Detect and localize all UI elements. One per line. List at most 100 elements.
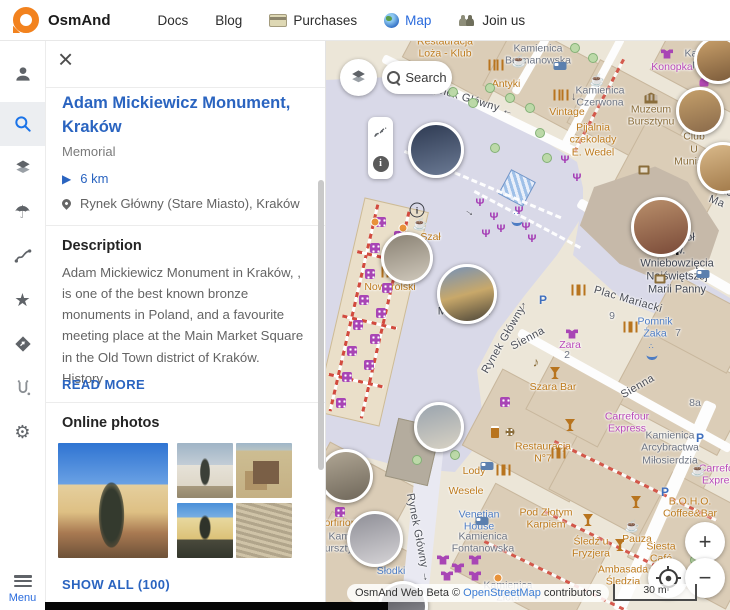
utensils-icon [562, 90, 569, 101]
nav-purchases[interactable]: Purchases [269, 13, 357, 28]
tulip-icon: Ψ [482, 228, 491, 240]
photo-thumbnail[interactable] [236, 503, 292, 558]
sidebar-item-profile[interactable] [0, 52, 45, 96]
photo-marker[interactable] [437, 264, 497, 324]
tree-icon [588, 53, 598, 63]
photo-marker[interactable] [631, 197, 691, 257]
nav-map[interactable]: Map [384, 13, 431, 28]
arrow-icon: → [569, 92, 581, 103]
map-label: Vintage [549, 106, 584, 118]
zoom-in-button[interactable]: + [685, 522, 725, 562]
utensils-icon [497, 60, 504, 71]
globe-icon [384, 13, 399, 28]
address-value: Rynek Główny (Stare Miasto), Kraków [80, 196, 300, 211]
photo-thumbnail[interactable] [58, 443, 168, 558]
tulip-icon: Ψ [561, 154, 570, 166]
minus-icon: − [699, 565, 712, 591]
photo-thumbnail[interactable] [177, 443, 233, 498]
photo-thumbnail[interactable] [236, 443, 292, 498]
place-details-panel: × Adam Mickiewicz Monument, Kraków Memor… [45, 40, 326, 610]
info-button[interactable]: i [373, 156, 389, 172]
tulip-icon: Ψ [497, 223, 506, 235]
parking-icon: P [539, 293, 547, 307]
photo-marker[interactable] [697, 142, 730, 194]
info-icon: i [410, 203, 425, 218]
map-label: Wesele [449, 485, 484, 497]
layers-icon [13, 158, 33, 178]
menu-button[interactable] [14, 575, 32, 587]
page-title: Adam Mickiewicz Monument, Kraków [62, 92, 306, 140]
tv-icon [639, 166, 650, 175]
map-search-button[interactable]: Search [382, 61, 452, 94]
route-icon [13, 246, 33, 266]
show-all-link[interactable]: SHOW ALL (100) [62, 577, 170, 592]
utensils-icon [552, 448, 559, 459]
photo-marker[interactable] [694, 40, 730, 84]
photo-marker[interactable] [381, 232, 433, 284]
gift-icon [359, 295, 369, 305]
martini-icon [583, 514, 593, 526]
bed-icon [476, 517, 489, 525]
map-label: 7 [675, 327, 681, 339]
umbrella-icon: ☂ [14, 203, 30, 221]
sidebar-item-weather[interactable]: ☂ [0, 190, 45, 234]
directions-icon [13, 334, 33, 354]
tshirt-icon [452, 564, 464, 573]
photo-marker[interactable] [414, 402, 464, 452]
menu-label[interactable]: Menu [0, 592, 45, 604]
tree-icon [412, 455, 422, 465]
martini-icon [615, 539, 625, 551]
bed-icon [697, 270, 710, 278]
tree-icon [450, 450, 460, 460]
sidebar-item-settings[interactable]: ⚙ [0, 410, 45, 454]
photo-marker[interactable] [325, 449, 373, 503]
utensils-icon [559, 448, 566, 459]
coffee-icon: ☕ [625, 519, 640, 533]
arrow-icon: → [516, 301, 528, 312]
tree-icon [535, 128, 545, 138]
sidebar-item-tracks[interactable] [0, 234, 45, 278]
nav-blog[interactable]: Blog [215, 13, 242, 28]
tree-icon [505, 93, 515, 103]
photo-marker[interactable] [347, 511, 403, 567]
location-pin-icon [60, 197, 73, 210]
openstreetmap-link[interactable]: OpenStreetMap [463, 587, 541, 599]
map-label: 9 [609, 310, 615, 322]
map-label: Muzeum Bursztynu [628, 104, 675, 129]
map-canvas[interactable]: Restauracja Loża - KlubKamienica Betmano… [325, 40, 730, 610]
martini-icon [550, 367, 560, 379]
sidebar-item-plan-route[interactable] [0, 366, 45, 410]
map-label: Antyki [492, 78, 521, 90]
people-icon [458, 14, 476, 26]
photo-marker[interactable] [408, 122, 464, 178]
tulip-icon: Ψ [573, 172, 582, 184]
photo-thumbnail[interactable] [177, 503, 233, 558]
map-layers-button[interactable] [340, 59, 377, 96]
gift-icon [370, 334, 380, 344]
sidebar-item-search[interactable] [0, 102, 45, 146]
martini-icon [565, 419, 575, 431]
track-tool-icon[interactable] [372, 124, 389, 141]
sidebar-item-layers[interactable] [0, 146, 45, 190]
plus-icon: + [699, 529, 712, 555]
photo-marker[interactable] [676, 87, 724, 135]
read-more-link[interactable]: READ MORE [62, 377, 145, 392]
header-nav: Docs Blog Purchases Map Join us [158, 13, 526, 28]
sidebar-item-favorites[interactable]: ★ [0, 278, 45, 322]
map-label: Kamienica Czerwona [575, 85, 624, 110]
tree-icon [485, 83, 495, 93]
tulip-icon: Ψ [522, 221, 531, 233]
gift-icon [347, 346, 357, 356]
tv-icon [655, 275, 666, 284]
category-label: Memorial [62, 144, 115, 159]
map-label: Zara [559, 339, 581, 351]
nav-docs[interactable]: Docs [158, 13, 189, 28]
panel-scrollbar[interactable] [318, 180, 324, 470]
close-icon[interactable]: × [58, 46, 73, 72]
scale-bar: 30 m [613, 584, 697, 601]
sidebar-item-navigation[interactable] [0, 322, 45, 366]
distance-row: ▶ 6 km [62, 171, 108, 186]
layers-icon [349, 68, 368, 87]
distance-value: 6 km [80, 171, 108, 186]
nav-join-us[interactable]: Join us [458, 13, 525, 28]
